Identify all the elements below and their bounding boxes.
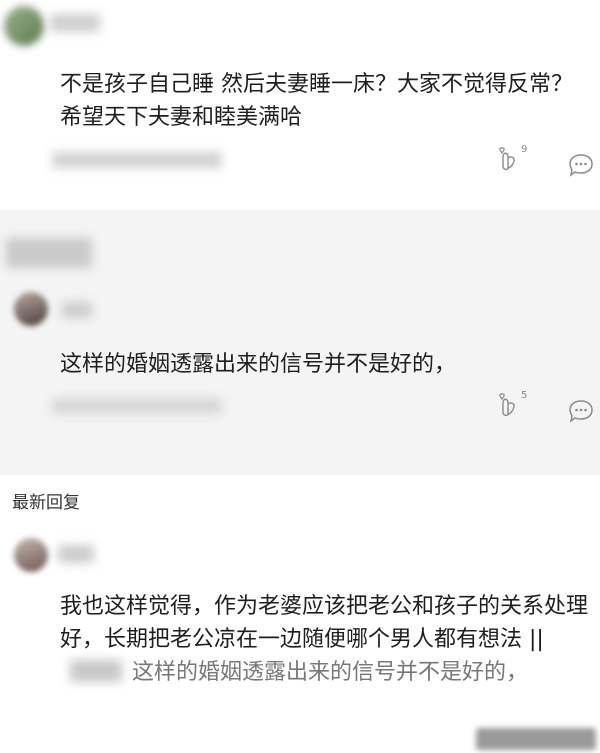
reply-text: 我也这样觉得，作为老婆应该把老公和孩子的关系处理好，长期把老公凉在一边随便哪个男… bbox=[60, 590, 596, 689]
username-blurred[interactable] bbox=[62, 302, 92, 318]
avatar[interactable] bbox=[14, 538, 48, 572]
comment-text: 这样的婚姻透露出来的信号并不是好的， bbox=[60, 352, 457, 377]
like-button[interactable]: 9 bbox=[496, 144, 528, 172]
comment-bubble-icon[interactable] bbox=[568, 152, 594, 178]
avatar[interactable] bbox=[14, 292, 48, 326]
reply-body: 我也这样觉得，作为老婆应该把老公和孩子的关系处理好，长期把老公凉在一边随便哪个男… bbox=[60, 594, 589, 652]
comment-bubble-icon[interactable] bbox=[568, 398, 594, 424]
section-title: 最新回复 bbox=[12, 493, 80, 513]
quoted-username-blurred bbox=[70, 660, 122, 682]
comment-meta-blurred bbox=[52, 152, 222, 168]
like-count: 5 bbox=[521, 390, 528, 401]
hand-heart-icon bbox=[499, 147, 515, 171]
avatar[interactable] bbox=[4, 6, 44, 46]
comment-text: 不是孩子自己睡 然后夫妻睡一床？大家不觉得反常？希望天下夫妻和睦美满哈 bbox=[60, 72, 573, 130]
username-blurred[interactable] bbox=[50, 14, 100, 32]
comment-meta-blurred bbox=[52, 398, 222, 414]
hand-heart-icon bbox=[499, 393, 515, 417]
like-count: 9 bbox=[521, 144, 528, 155]
section-header-blurred bbox=[6, 238, 92, 268]
username-blurred[interactable] bbox=[58, 545, 94, 563]
quoted-text: 这样的婚姻透露出来的信号并不是好的， bbox=[132, 660, 529, 685]
watermark-blurred bbox=[476, 728, 596, 750]
like-button[interactable]: 5 bbox=[496, 390, 528, 418]
